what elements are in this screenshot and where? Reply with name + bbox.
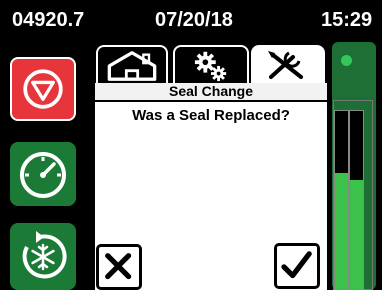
gears-icon <box>194 51 227 82</box>
checkmark-icon <box>281 251 312 279</box>
level-bar-right-fill <box>350 180 363 289</box>
tab-settings[interactable] <box>173 45 249 84</box>
cancel-button[interactable] <box>96 244 142 290</box>
stop-icon <box>23 69 63 109</box>
tools-icon <box>268 51 303 79</box>
level-bar-left-fill <box>335 173 348 289</box>
status-bar: 04920.7 07/20/18 15:29 <box>0 0 382 42</box>
tab-service[interactable] <box>251 45 325 84</box>
level-bar-left <box>334 110 349 290</box>
speedometer-icon <box>20 152 66 198</box>
time-display: 15:29 <box>321 9 373 31</box>
date-display: 07/20/18 <box>155 9 233 31</box>
stop-button[interactable] <box>10 57 76 121</box>
tab-home[interactable] <box>96 45 168 84</box>
home-icon <box>107 51 157 81</box>
seal-question: Was a Seal Replaced? <box>132 107 290 124</box>
hour-meter: 04920.7 <box>12 9 85 31</box>
status-indicator <box>341 55 352 66</box>
speed-button[interactable] <box>10 142 76 206</box>
level-bar-right <box>349 110 364 290</box>
defrost-icon <box>22 231 67 279</box>
x-icon <box>105 253 132 280</box>
defrost-button[interactable] <box>10 223 76 290</box>
panel-title: Seal Change <box>95 83 327 102</box>
hmi-screen: 04920.7 07/20/18 15:29 Seal Change Was a… <box>0 0 382 290</box>
confirm-button[interactable] <box>274 243 320 289</box>
